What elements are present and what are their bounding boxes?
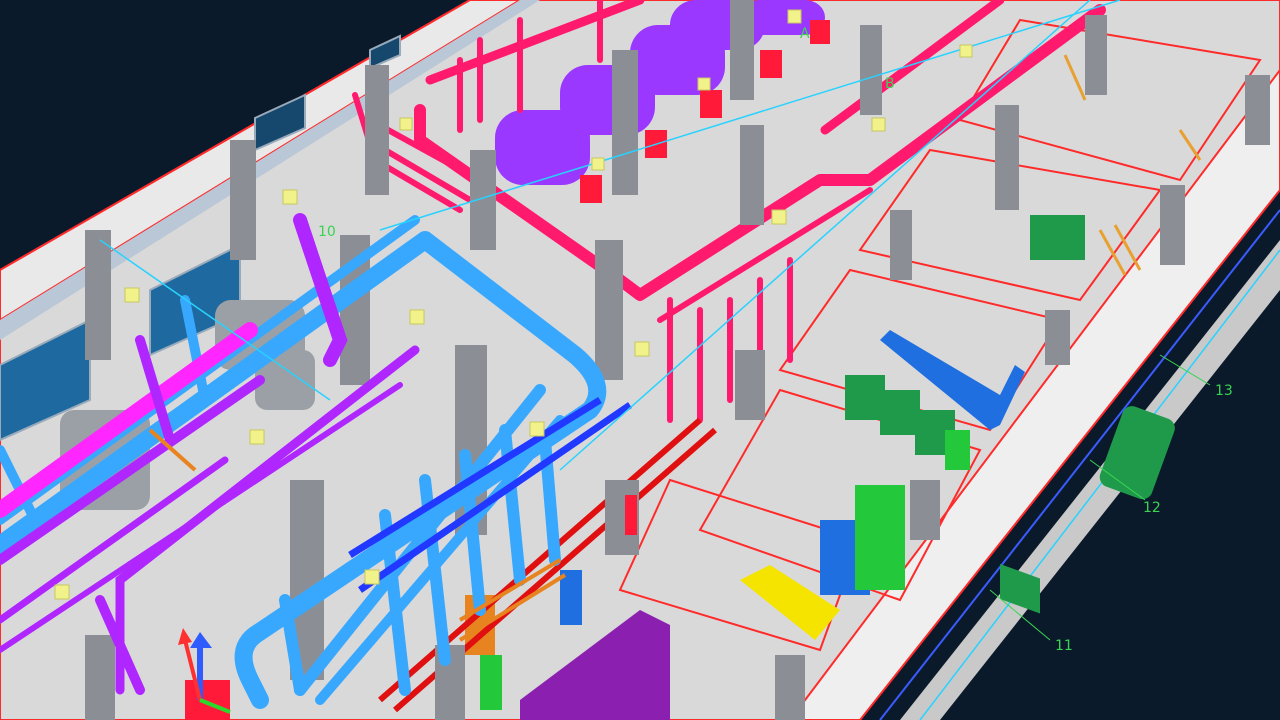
tank-small-green[interactable] xyxy=(480,655,502,710)
column xyxy=(1045,310,1070,365)
equipment-tag[interactable] xyxy=(282,189,298,205)
electrical-panel[interactable] xyxy=(880,390,920,435)
column xyxy=(612,50,638,195)
equipment-tag[interactable] xyxy=(871,117,886,132)
equipment-tag[interactable] xyxy=(771,209,787,225)
column xyxy=(995,105,1019,210)
equipment-tag[interactable] xyxy=(364,569,380,585)
electrical-panel[interactable] xyxy=(1030,215,1085,260)
column xyxy=(595,240,623,380)
equipment-tag[interactable] xyxy=(54,584,70,600)
column xyxy=(85,635,115,720)
column xyxy=(470,150,496,250)
column xyxy=(730,0,754,100)
equipment-tag[interactable] xyxy=(249,429,265,445)
3d-model-viewport[interactable]: A B 10 11 12 13 xyxy=(0,0,1280,720)
column xyxy=(740,125,764,225)
column xyxy=(735,350,765,420)
building-model-scene[interactable]: A B 10 11 12 13 xyxy=(0,0,1280,720)
grid-label-11: 11 xyxy=(1055,638,1073,654)
grid-label-a: A xyxy=(800,26,810,42)
grid-label-10: 10 xyxy=(318,224,336,240)
equipment-tag[interactable] xyxy=(409,309,425,325)
column xyxy=(1085,15,1107,95)
equipment-tag[interactable] xyxy=(124,287,140,303)
column xyxy=(890,210,912,280)
equipment-tag[interactable] xyxy=(959,44,973,58)
equipment-tag[interactable] xyxy=(697,77,711,91)
column xyxy=(910,480,940,540)
column xyxy=(775,655,805,720)
column xyxy=(85,230,111,360)
valve[interactable] xyxy=(185,680,230,720)
grid-label-12: 12 xyxy=(1143,500,1161,516)
column xyxy=(230,140,256,260)
equipment-tag[interactable] xyxy=(634,341,650,357)
electrical-panel[interactable] xyxy=(945,430,970,470)
tank-green[interactable] xyxy=(855,485,905,590)
equipment-tag[interactable] xyxy=(399,117,413,131)
valve[interactable] xyxy=(625,495,637,535)
column xyxy=(1245,75,1270,145)
equipment-tag[interactable] xyxy=(529,421,545,437)
grid-label-13: 13 xyxy=(1215,383,1233,399)
electrical-panel[interactable] xyxy=(845,375,885,420)
equipment-tag[interactable] xyxy=(591,157,605,171)
column xyxy=(1160,185,1185,265)
grid-label-b: B xyxy=(885,76,895,92)
column xyxy=(365,65,389,195)
column xyxy=(860,25,882,115)
equipment-tag[interactable] xyxy=(787,9,802,24)
